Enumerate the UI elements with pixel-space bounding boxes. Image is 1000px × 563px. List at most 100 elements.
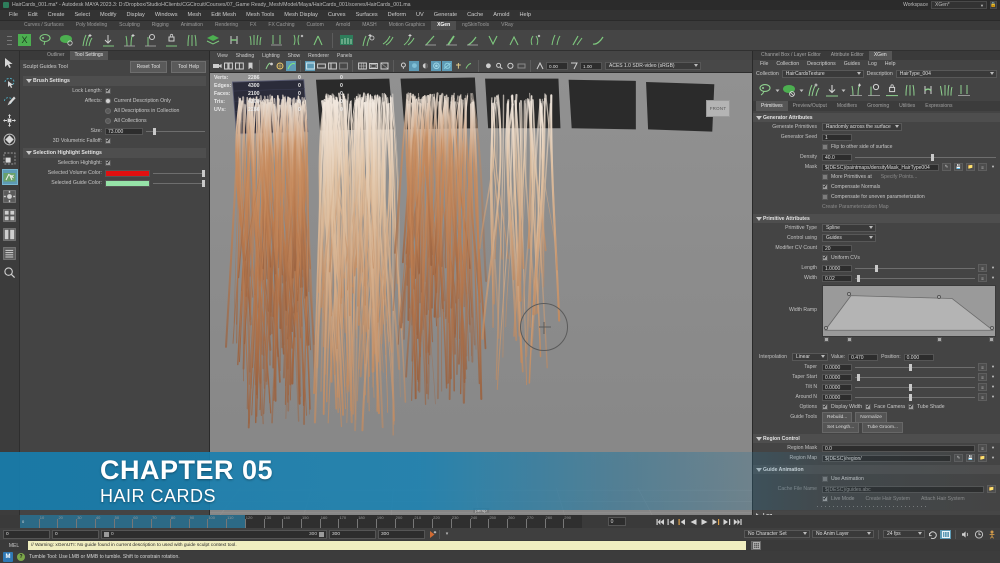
add-guide-icon[interactable] xyxy=(120,32,139,49)
chevron-down-icon[interactable] xyxy=(799,82,804,99)
shelf-tab-vray[interactable]: VRay xyxy=(495,21,519,30)
range-end2-field[interactable]: 300 xyxy=(378,529,425,539)
chevron-down-icon[interactable]: ▾ xyxy=(990,363,996,371)
menu-item-file[interactable]: File xyxy=(4,10,23,21)
xgen-menu-help[interactable]: Help xyxy=(881,61,900,67)
step-back-frame-icon[interactable] xyxy=(678,513,687,531)
slider-knob[interactable] xyxy=(931,153,935,161)
shaded-mode-icon[interactable] xyxy=(327,61,337,71)
compensate-normals-checkbox[interactable]: ✔ xyxy=(822,184,828,191)
clump-modifier-icon[interactable] xyxy=(309,32,328,49)
last-tool-used-icon[interactable] xyxy=(1,169,18,185)
subtab-modifiers[interactable]: Modifiers xyxy=(832,101,862,111)
viewport-menu-panels[interactable]: Panels xyxy=(333,53,356,59)
region-control-section-header[interactable]: Region Control xyxy=(753,434,1000,444)
interpolation-combo[interactable]: Linear xyxy=(792,353,828,362)
mask-save-icon[interactable]: 💾 xyxy=(954,163,963,172)
tilt-n-expression-icon[interactable]: ≡ xyxy=(978,383,987,392)
groom-region-icon[interactable] xyxy=(547,32,566,49)
lock-guide-icon[interactable] xyxy=(162,32,181,49)
help-question-icon[interactable]: ? xyxy=(17,553,25,561)
guide-animation-icon[interactable] xyxy=(823,82,840,99)
light-all-icon[interactable] xyxy=(409,61,419,71)
scale-tool-icon[interactable] xyxy=(2,150,18,166)
subtab-preview-output[interactable]: Preview/Output xyxy=(788,101,832,111)
ambient-occlusion-icon[interactable] xyxy=(431,61,441,71)
chevron-down-icon[interactable]: ▾ xyxy=(990,444,996,452)
grid-display-icon[interactable] xyxy=(357,61,367,71)
shelf-tab-poly-modeling[interactable]: Poly Modeling xyxy=(70,21,113,30)
groom-smooth-icon[interactable] xyxy=(589,32,608,49)
xgen-menu-bar[interactable]: File Collection Descriptions Guides Log … xyxy=(753,60,1000,69)
mask-edit-map-icon[interactable]: ✎ xyxy=(942,163,951,172)
cut-guide-icon[interactable] xyxy=(955,82,972,99)
viewport-menu-show[interactable]: Show xyxy=(284,53,305,59)
playback-speed-icon[interactable] xyxy=(973,529,984,539)
xgen-attribute-body[interactable]: Generator Attributes Generate Primitives… xyxy=(753,111,1000,515)
exposure-value[interactable]: 0.00 xyxy=(546,62,568,70)
taper-field[interactable]: 0.0000 xyxy=(822,363,852,371)
shelf-tab-fx-caching[interactable]: FX Caching xyxy=(262,21,300,30)
exposure-icon[interactable] xyxy=(535,61,545,71)
affects-radio-all-descriptions[interactable] xyxy=(105,108,111,114)
tab-outliner[interactable]: Outliner xyxy=(42,51,70,60)
fps-combo[interactable]: 24 fps xyxy=(883,530,925,538)
groom-add-icon[interactable] xyxy=(400,32,419,49)
sculpt-guides-icon[interactable] xyxy=(183,32,202,49)
region-map-folder-icon[interactable]: 📁 xyxy=(978,454,987,463)
attach-hair-system-button[interactable]: Attach Hair System xyxy=(921,496,965,502)
shelf-icon-row[interactable]: X xyxy=(0,30,1000,51)
range-handle-icon[interactable] xyxy=(104,531,109,537)
xgen-subtab-bar[interactable]: Primitives Preview/Output Modifiers Groo… xyxy=(753,101,1000,112)
tilt-n-field[interactable]: 0.0000 xyxy=(822,383,852,391)
selected-guide-color-slider[interactable] xyxy=(153,179,205,187)
volumetric-falloff-checkbox[interactable]: ✔ xyxy=(105,138,111,144)
mask-browse-folder-icon[interactable]: 📁 xyxy=(966,163,975,172)
width-field[interactable]: 0.02 xyxy=(822,274,852,282)
length-field[interactable]: 1.0000 xyxy=(822,264,852,272)
shelf-tab-bar[interactable]: Curves / Surfaces Poly Modeling Sculptin… xyxy=(0,21,1000,30)
subtab-grooming[interactable]: Grooming xyxy=(862,101,894,111)
menu-item-arnold[interactable]: Arnold xyxy=(488,10,514,21)
bookmark-icon[interactable] xyxy=(245,61,255,71)
slider-knob[interactable] xyxy=(875,264,879,272)
step-forward-frame-icon[interactable] xyxy=(711,513,720,531)
chevron-down-icon[interactable] xyxy=(841,82,846,99)
shelf-tab-animation[interactable]: Animation xyxy=(175,21,209,30)
wireframe-shading-icon[interactable] xyxy=(275,61,285,71)
viewport-menu-bar[interactable]: View Shading Lighting Show Renderer Pane… xyxy=(210,51,752,60)
play-forwards-icon[interactable] xyxy=(700,513,709,531)
xgen-menu-collection[interactable]: Collection xyxy=(772,61,803,67)
menu-item-mesh-tools[interactable]: Mesh Tools xyxy=(241,10,279,21)
menu-item-mesh-display[interactable]: Mesh Display xyxy=(279,10,323,21)
tube-groom-button[interactable]: Tube Groom... xyxy=(862,421,903,433)
lock-guide-icon[interactable] xyxy=(883,82,900,99)
tab-attribute-editor[interactable]: Attribute Editor xyxy=(826,51,869,60)
viewport-menu-shading[interactable]: Shading xyxy=(232,53,258,59)
chevron-down-icon[interactable]: ▾ xyxy=(990,383,996,391)
length-slider[interactable] xyxy=(855,264,975,272)
go-to-start-icon[interactable] xyxy=(656,513,665,531)
groom-clump-icon[interactable] xyxy=(505,32,524,49)
shelf-tab-rendering[interactable]: Rendering xyxy=(209,21,244,30)
around-n-field[interactable]: 0.0000 xyxy=(822,393,852,401)
select-camera-icon[interactable] xyxy=(212,61,222,71)
viewport-toolbar[interactable]: 0.00 1.00 ACES 1.0 SDR-video (sRGB) xyxy=(210,60,752,73)
xgen-menu-file[interactable]: File xyxy=(756,61,772,67)
menu-item-deform[interactable]: Deform xyxy=(383,10,411,21)
mask-field[interactable]: ${DESC}/paintmaps/densityMask_HairType00… xyxy=(822,163,939,171)
slider-knob[interactable] xyxy=(202,169,205,177)
single-perspective-view-icon[interactable] xyxy=(2,188,18,204)
lasso-select-tool-icon[interactable] xyxy=(2,74,18,90)
smooth-shade-all-icon[interactable] xyxy=(286,61,296,71)
xgen-menu-guides[interactable]: Guides xyxy=(840,61,864,67)
length-expression-icon[interactable]: ≡ xyxy=(978,264,987,273)
cache-file-name-field[interactable]: ${DESC}/guides.abc xyxy=(822,485,984,493)
collection-combo[interactable]: HairCardsTexture xyxy=(781,70,864,79)
character-set-combo[interactable]: No Character Set xyxy=(744,530,810,538)
playback-controls[interactable] xyxy=(652,515,752,528)
move-tool-icon[interactable] xyxy=(2,112,18,128)
auto-key-icon[interactable] xyxy=(427,530,437,539)
slider-knob[interactable] xyxy=(909,363,912,371)
chevron-down-icon[interactable]: ▾ xyxy=(990,393,996,401)
